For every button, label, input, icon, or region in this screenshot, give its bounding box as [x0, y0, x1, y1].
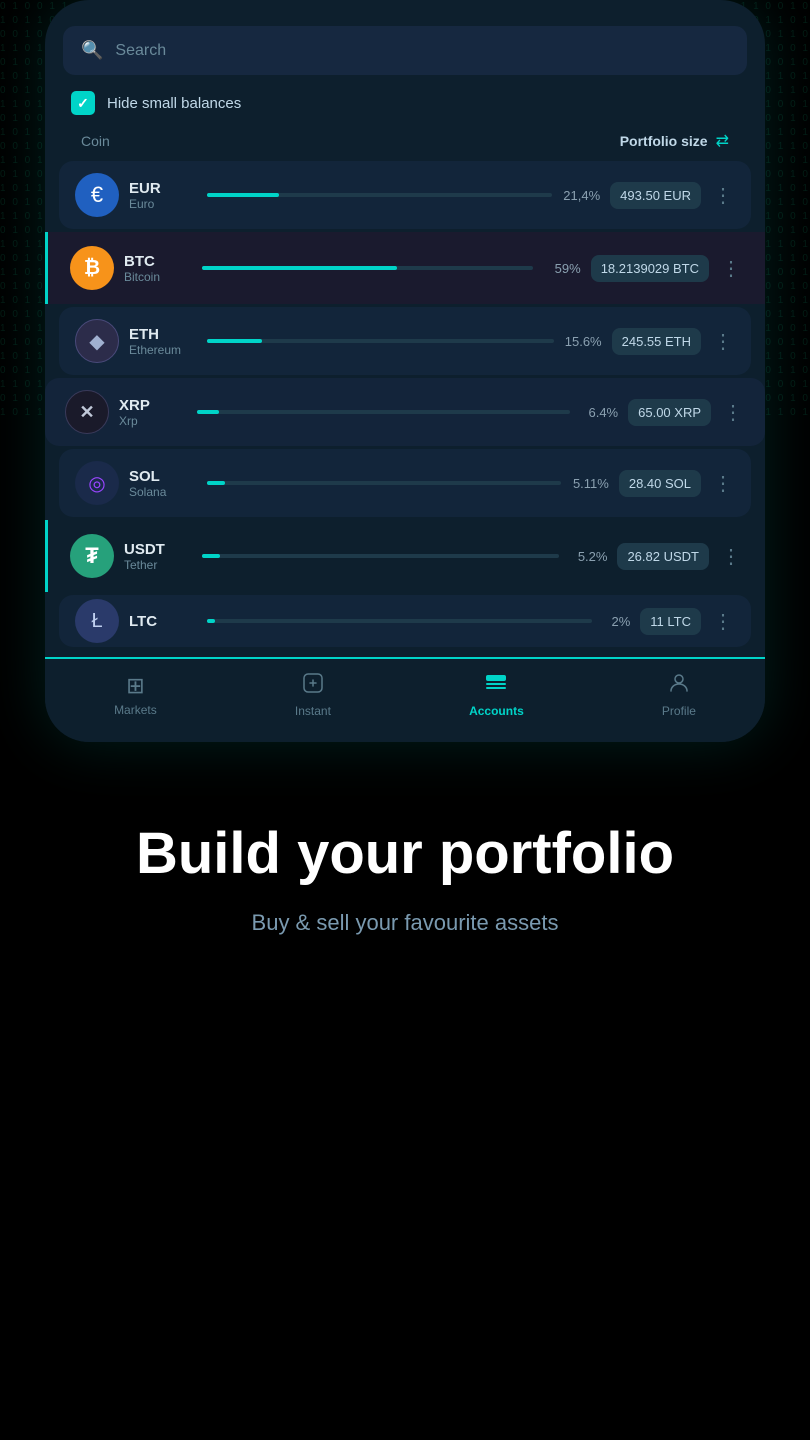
- ltc-avatar: Ł: [75, 599, 119, 643]
- markets-icon: ⊞: [126, 673, 144, 699]
- xrp-bar-area: 6.4%: [197, 405, 618, 420]
- eth-menu[interactable]: ⋮: [711, 329, 735, 354]
- accounts-icon: [484, 671, 508, 700]
- sol-info: SOL Solana: [129, 468, 197, 499]
- usdt-avatar: ₮: [70, 534, 114, 578]
- coin-row-eur[interactable]: € EUR Euro 21,4% 493.50 EUR ⋮: [59, 161, 751, 229]
- nav-item-accounts[interactable]: Accounts: [469, 671, 524, 718]
- usdt-bar-track: [202, 554, 559, 558]
- xrp-info: XRP Xrp: [119, 397, 187, 428]
- ltc-menu[interactable]: ⋮: [711, 609, 735, 634]
- nav-item-profile[interactable]: Profile: [662, 671, 696, 718]
- ltc-amount: 11 LTC: [640, 608, 701, 635]
- coin-row-eth[interactable]: ◆ ETH Ethereum 15.6% 245.55 ETH ⋮: [59, 307, 751, 375]
- sol-symbol: SOL: [129, 468, 197, 485]
- coin-row-sol[interactable]: ◎ SOL Solana 5.11% 28.40 SOL ⋮: [59, 449, 751, 517]
- eth-info: ETH Ethereum: [129, 326, 197, 357]
- eur-symbol: EUR: [129, 180, 197, 197]
- sol-menu[interactable]: ⋮: [711, 471, 735, 496]
- eth-avatar: ◆: [75, 319, 119, 363]
- btc-info: BTC Bitcoin: [124, 253, 192, 284]
- eth-bar-track: [207, 339, 554, 343]
- btc-bar-track: [202, 266, 533, 270]
- coin-column-header: Coin: [81, 133, 110, 149]
- usdt-info: USDT Tether: [124, 541, 192, 572]
- coin-row-ltc[interactable]: Ł LTC 2% 11 LTC ⋮: [59, 595, 751, 647]
- btc-pct: 59%: [541, 261, 581, 276]
- eth-symbol: ETH: [129, 326, 197, 343]
- btc-symbol: BTC: [124, 253, 192, 270]
- usdt-bar-fill: [202, 554, 220, 558]
- eth-bar-area: 15.6%: [207, 334, 602, 349]
- usdt-pct: 5.2%: [567, 549, 607, 564]
- btc-name: Bitcoin: [124, 270, 192, 284]
- xrp-name: Xrp: [119, 414, 187, 428]
- sol-bar-track: [207, 481, 561, 485]
- usdt-menu[interactable]: ⋮: [719, 544, 743, 569]
- xrp-bar-fill: [197, 410, 219, 414]
- sol-amount: 28.40 SOL: [619, 470, 701, 497]
- instant-label: Instant: [295, 704, 331, 718]
- hide-balances-row[interactable]: ✓ Hide small balances: [71, 91, 739, 115]
- search-placeholder: Search: [115, 42, 166, 60]
- xrp-bar-track: [197, 410, 570, 414]
- hide-balances-checkbox[interactable]: ✓: [71, 91, 95, 115]
- profile-icon: [667, 671, 691, 700]
- sol-name: Solana: [129, 485, 197, 499]
- eur-bar-fill: [207, 193, 279, 197]
- eth-pct: 15.6%: [562, 334, 602, 349]
- sol-bar-area: 5.11%: [207, 476, 609, 491]
- xrp-amount: 65.00 XRP: [628, 399, 711, 426]
- profile-label: Profile: [662, 704, 696, 718]
- usdt-symbol: USDT: [124, 541, 192, 558]
- coin-row-btc[interactable]: ₿ BTC Bitcoin 59% 18.2139029 BTC ⋮: [45, 232, 765, 304]
- btc-bar-area: 59%: [202, 261, 581, 276]
- usdt-amount: 26.82 USDT: [617, 543, 709, 570]
- xrp-avatar: ✕: [65, 390, 109, 434]
- nav-item-instant[interactable]: Instant: [295, 672, 331, 718]
- coin-list: € EUR Euro 21,4% 493.50 EUR ⋮ ₿ BT: [45, 161, 765, 647]
- ltc-bar-area: 2%: [207, 614, 630, 629]
- accounts-label: Accounts: [469, 704, 524, 718]
- xrp-pct: 6.4%: [578, 405, 618, 420]
- usdt-bar-area: 5.2%: [202, 549, 607, 564]
- btc-menu[interactable]: ⋮: [719, 256, 743, 281]
- hide-balances-label: Hide small balances: [107, 95, 241, 112]
- btc-avatar: ₿: [70, 246, 114, 290]
- sol-pct: 5.11%: [569, 476, 609, 491]
- table-header: Coin Portfolio size ⇄: [73, 131, 737, 151]
- eur-bar-track: [207, 193, 552, 197]
- xrp-symbol: XRP: [119, 397, 187, 414]
- eur-avatar: €: [75, 173, 119, 217]
- eur-bar-area: 21,4%: [207, 188, 600, 203]
- eth-name: Ethereum: [129, 343, 197, 357]
- instant-icon: [302, 672, 324, 700]
- portfolio-column-header: Portfolio size: [620, 133, 708, 149]
- eur-info: EUR Euro: [129, 180, 197, 211]
- coin-row-usdt[interactable]: ₮ USDT Tether 5.2% 26.82 USDT ⋮: [45, 520, 765, 592]
- sol-avatar: ◎: [75, 461, 119, 505]
- coin-row-xrp[interactable]: ✕ XRP Xrp 6.4% 65.00 XRP ⋮: [45, 378, 765, 446]
- eur-amount: 493.50 EUR: [610, 182, 701, 209]
- xrp-menu[interactable]: ⋮: [721, 400, 745, 425]
- eth-bar-fill: [207, 339, 262, 343]
- sol-bar-fill: [207, 481, 225, 485]
- btc-bar-fill: [202, 266, 397, 270]
- swap-icon[interactable]: ⇄: [716, 131, 729, 151]
- ltc-symbol: LTC: [129, 613, 197, 630]
- usdt-name: Tether: [124, 558, 192, 572]
- search-bar[interactable]: 🔍 Search: [63, 26, 747, 75]
- eur-pct: 21,4%: [560, 188, 600, 203]
- ltc-pct: 2%: [600, 614, 630, 629]
- eur-name: Euro: [129, 197, 197, 211]
- btc-amount: 18.2139029 BTC: [591, 255, 709, 282]
- search-icon: 🔍: [81, 40, 103, 61]
- eur-menu[interactable]: ⋮: [711, 183, 735, 208]
- eth-amount: 245.55 ETH: [612, 328, 701, 355]
- markets-label: Markets: [114, 703, 157, 717]
- bottom-nav: ⊞ Markets Instant: [45, 657, 765, 742]
- ltc-info: LTC: [129, 613, 197, 630]
- nav-item-markets[interactable]: ⊞ Markets: [114, 673, 157, 717]
